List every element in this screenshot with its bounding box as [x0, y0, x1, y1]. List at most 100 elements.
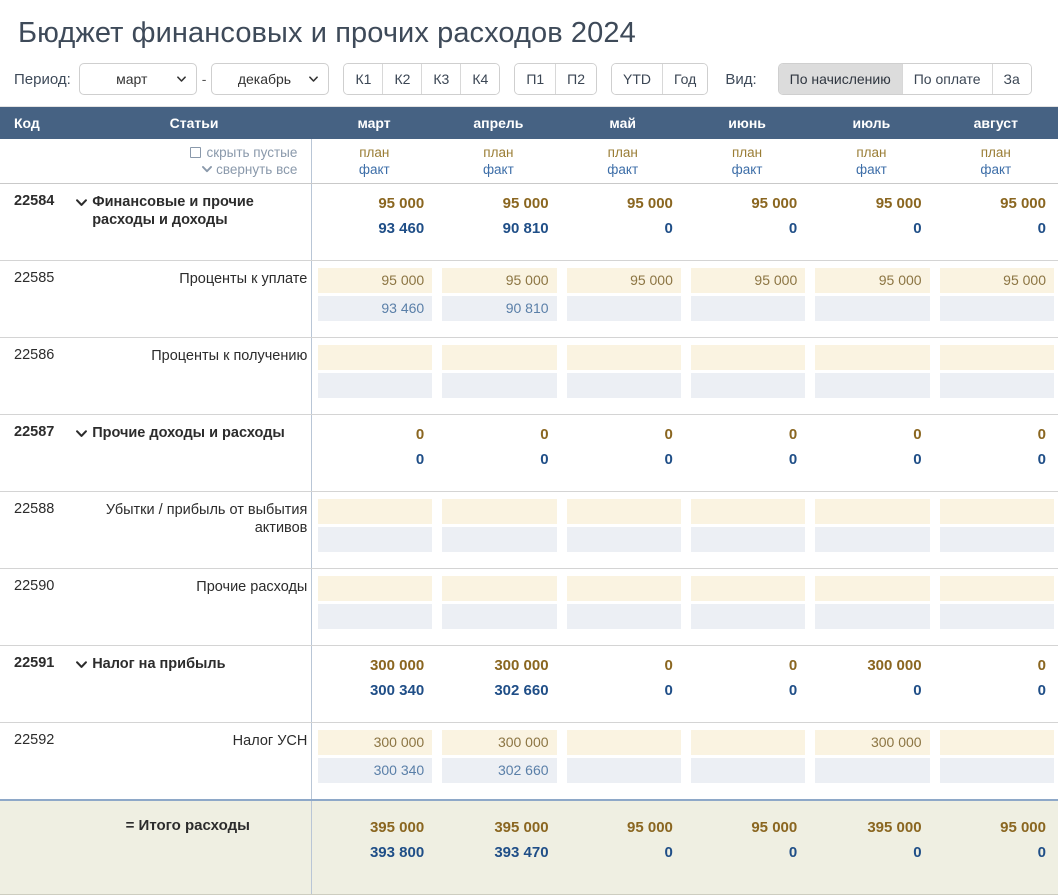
value-cell[interactable]: 00	[933, 645, 1058, 723]
fact-value[interactable]: 0	[567, 447, 681, 472]
value-cell[interactable]: 00	[684, 645, 810, 723]
fact-value[interactable]	[939, 373, 1054, 398]
value-cell[interactable]: 95 000 0	[809, 183, 934, 261]
fact-value[interactable]	[566, 604, 681, 629]
plan-value[interactable]	[939, 499, 1054, 524]
plan-value[interactable]: 300 000	[318, 653, 432, 678]
value-cell[interactable]: 00	[436, 414, 561, 492]
table-row[interactable]: 22587 Прочие доходы и расходы 0 0 0 0 0 0 0 0 0 0 0 0	[0, 414, 1058, 492]
fact-value[interactable]	[318, 527, 433, 552]
plan-value[interactable]: 95 000	[442, 191, 556, 216]
fact-value[interactable]: 0	[940, 678, 1054, 703]
fact-value[interactable]	[815, 527, 930, 552]
value-cell[interactable]: 00	[684, 414, 810, 492]
fact-value[interactable]: 300 340	[318, 678, 432, 703]
value-cell[interactable]	[560, 568, 685, 646]
value-cell[interactable]	[311, 491, 437, 569]
value-cell[interactable]	[436, 337, 561, 415]
view-button-payment[interactable]: По оплате	[901, 64, 992, 94]
plan-value[interactable]: 95 000	[566, 268, 681, 293]
fact-value[interactable]	[939, 527, 1054, 552]
fact-value[interactable]	[815, 604, 930, 629]
column-header-month-0[interactable]: март	[311, 107, 437, 139]
fact-value[interactable]	[566, 296, 681, 321]
fact-value[interactable]	[690, 296, 806, 321]
value-cell[interactable]: 95 000 0	[933, 183, 1058, 261]
value-cell[interactable]	[684, 722, 810, 801]
column-header-code[interactable]: Код	[0, 107, 77, 139]
fact-value[interactable]: 0	[691, 447, 805, 472]
fact-value[interactable]: 302 660	[442, 758, 557, 783]
fact-value[interactable]: 0	[691, 840, 805, 865]
fact-value[interactable]: 300 340	[318, 758, 433, 783]
plan-value[interactable]: 95 000	[691, 191, 805, 216]
fact-value[interactable]	[939, 296, 1054, 321]
fact-value[interactable]	[566, 758, 681, 783]
value-cell[interactable]	[684, 491, 810, 569]
fact-value[interactable]: 393 470	[442, 840, 556, 865]
value-cell[interactable]	[933, 337, 1058, 415]
value-cell[interactable]	[933, 722, 1058, 801]
half-button-p1[interactable]: П1	[515, 64, 556, 94]
plan-value[interactable]: 300 000	[442, 653, 556, 678]
plan-value[interactable]	[566, 730, 681, 755]
fact-value[interactable]: 0	[442, 447, 556, 472]
table-row[interactable]: 22584 Финансовые и прочие расходы и доход…	[0, 183, 1058, 261]
plan-value[interactable]	[690, 499, 806, 524]
plan-value[interactable]	[442, 576, 557, 601]
column-header-month-4[interactable]: июль	[809, 107, 934, 139]
plan-value[interactable]	[442, 345, 557, 370]
value-cell[interactable]: 95 000 93 460	[311, 183, 437, 261]
value-cell[interactable]: 95 000 90 810	[436, 183, 561, 261]
plan-value[interactable]	[442, 499, 557, 524]
column-header-month-2[interactable]: май	[560, 107, 685, 139]
plan-value[interactable]	[939, 345, 1054, 370]
value-cell[interactable]: 00	[560, 414, 685, 492]
fact-value[interactable]: 90 810	[442, 296, 557, 321]
plan-value[interactable]: 95 000	[567, 815, 681, 840]
plan-value[interactable]: 95 000	[690, 268, 806, 293]
value-cell[interactable]: 395 000 393 800	[311, 799, 437, 895]
period-from-select[interactable]: март	[78, 63, 197, 95]
quarter-button-k2[interactable]: К2	[382, 64, 422, 94]
value-cell[interactable]	[560, 722, 685, 801]
column-header-month-5[interactable]: август	[933, 107, 1058, 139]
plan-value[interactable]: 0	[567, 653, 681, 678]
value-cell[interactable]: 395 000 0	[809, 799, 934, 895]
value-cell[interactable]: 95 000 0	[684, 799, 810, 895]
plan-value[interactable]	[690, 730, 806, 755]
table-row[interactable]: 22590 Прочие расходы	[0, 568, 1058, 646]
fact-value[interactable]	[442, 604, 557, 629]
value-cell[interactable]	[809, 491, 934, 569]
fact-value[interactable]	[939, 604, 1054, 629]
fact-value[interactable]	[815, 373, 930, 398]
plan-value[interactable]: 95 000	[567, 191, 681, 216]
value-cell[interactable]: 300 000 300 340	[311, 722, 437, 801]
value-cell[interactable]	[560, 337, 685, 415]
plan-value[interactable]: 300 000	[815, 730, 930, 755]
plan-value[interactable]: 300 000	[815, 653, 929, 678]
plan-value[interactable]	[566, 576, 681, 601]
value-cell[interactable]: 95 000	[809, 260, 934, 338]
value-cell[interactable]: 95 000 90 810	[436, 260, 561, 338]
view-button-accrual[interactable]: По начислению	[778, 64, 902, 94]
plan-value[interactable]: 95 000	[442, 268, 557, 293]
value-cell[interactable]: 95 000 0	[560, 799, 685, 895]
value-cell[interactable]: 00	[311, 414, 437, 492]
fact-value[interactable]: 0	[318, 447, 432, 472]
plan-value[interactable]	[566, 345, 681, 370]
value-cell[interactable]: 95 000 0	[684, 183, 810, 261]
fact-value[interactable]	[690, 373, 806, 398]
fact-value[interactable]	[318, 604, 433, 629]
fact-value[interactable]: 93 460	[318, 216, 432, 241]
hide-empty-toggle[interactable]: скрыть пустые	[88, 144, 297, 161]
plan-value[interactable]: 95 000	[940, 191, 1054, 216]
half-button-p2[interactable]: П2	[555, 64, 597, 94]
fact-value[interactable]: 0	[815, 840, 929, 865]
fact-value[interactable]	[815, 758, 930, 783]
value-cell[interactable]: 300 000 300 340	[311, 645, 437, 723]
value-cell[interactable]	[436, 491, 561, 569]
value-cell[interactable]: 00	[809, 414, 934, 492]
value-cell[interactable]: 95 000	[560, 260, 685, 338]
fact-value[interactable]	[815, 296, 930, 321]
